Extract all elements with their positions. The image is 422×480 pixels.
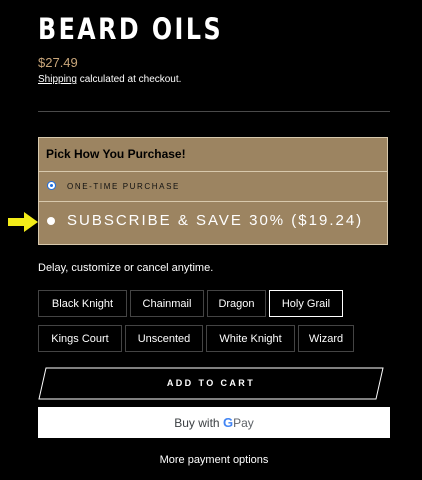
variant-holy-grail[interactable]: Holy Grail	[269, 290, 343, 317]
purchase-options-box: Pick How You Purchase! ONE-TIME PURCHASE…	[38, 137, 388, 245]
subscribe-label: SUBSCRIBE & SAVE 30% ($19.24)	[67, 212, 364, 229]
one-time-label: ONE-TIME PURCHASE	[67, 182, 180, 191]
product-price: $27.49	[38, 55, 78, 70]
yellow-arrow-icon	[8, 212, 38, 232]
purchase-options-header: Pick How You Purchase!	[46, 147, 186, 161]
gpay-pay-word: Pay	[233, 416, 254, 430]
add-to-cart-button[interactable]: ADD TO CART	[38, 367, 384, 400]
google-pay-button[interactable]: Buy with GPay	[38, 407, 390, 438]
shipping-link[interactable]: Shipping	[38, 74, 77, 85]
add-to-cart-label: ADD TO CART	[166, 378, 256, 388]
product-title: BEARD OILS	[38, 12, 224, 46]
one-time-purchase-option[interactable]: ONE-TIME PURCHASE	[39, 171, 387, 202]
subscription-note: Delay, customize or cancel anytime.	[38, 262, 214, 274]
one-time-radio[interactable]	[47, 181, 56, 190]
variant-wizard[interactable]: Wizard	[298, 325, 354, 352]
shipping-text: calculated at checkout.	[76, 74, 182, 85]
variant-dragon[interactable]: Dragon	[207, 290, 266, 317]
variant-unscented[interactable]: Unscented	[125, 325, 203, 352]
divider	[38, 111, 390, 112]
variant-kings-court[interactable]: Kings Court	[38, 325, 122, 352]
subscribe-radio[interactable]	[47, 217, 55, 225]
gpay-prefix: Buy with	[174, 416, 220, 430]
more-payment-options-link[interactable]: More payment options	[38, 454, 390, 466]
subscribe-option[interactable]: SUBSCRIBE & SAVE 30% ($19.24)	[39, 202, 387, 244]
google-g-icon: G	[222, 415, 234, 430]
variant-white-knight[interactable]: White Knight	[206, 325, 295, 352]
variant-chainmail[interactable]: Chainmail	[130, 290, 204, 317]
shipping-info: Shipping calculated at checkout.	[38, 74, 181, 85]
variant-black-knight[interactable]: Black Knight	[38, 290, 127, 317]
